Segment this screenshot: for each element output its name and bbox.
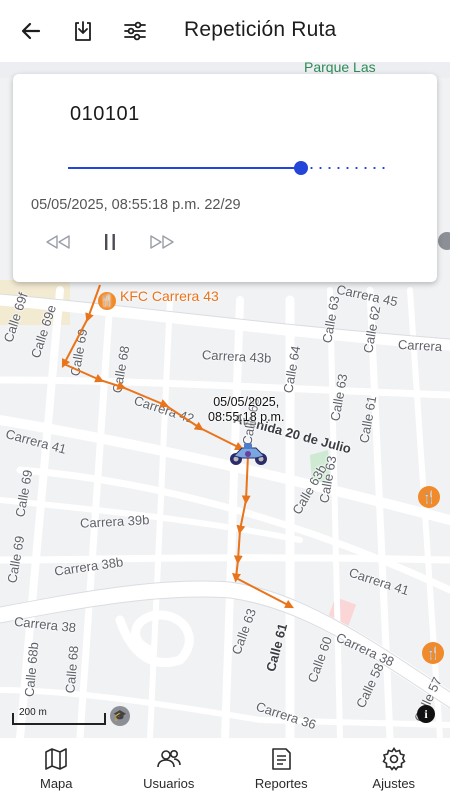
- nav-item-ajustes[interactable]: Ajustes: [338, 738, 450, 800]
- nav-item-mapa[interactable]: Mapa: [0, 738, 113, 800]
- slider-track-active: [68, 167, 301, 169]
- scale-bar: [12, 713, 106, 725]
- rewind-icon: [46, 235, 70, 249]
- gear-icon: [382, 747, 406, 771]
- nav-item-usuarios[interactable]: Usuarios: [113, 738, 226, 800]
- pause-button[interactable]: [95, 230, 125, 254]
- nav-item-reportes[interactable]: Reportes: [225, 738, 338, 800]
- nav-label: Reportes: [254, 776, 308, 791]
- bottom-navigation: Mapa Usuarios Reportes Ajustes: [0, 738, 450, 800]
- marker-label: 05/05/2025, 08:55:18 p.m.: [208, 395, 284, 425]
- page-title: Repetición Ruta: [184, 18, 337, 41]
- back-arrow-icon[interactable]: [14, 14, 48, 48]
- marker-date: 05/05/2025,: [213, 395, 280, 409]
- playback-slider[interactable]: [68, 160, 386, 176]
- map-poi-icon[interactable]: [438, 232, 450, 250]
- slider-thumb[interactable]: [294, 161, 308, 175]
- marker-time: 08:55:18 p.m.: [208, 410, 285, 424]
- map-scale: 200 m: [12, 703, 106, 725]
- vehicle-marker[interactable]: [226, 440, 270, 468]
- motorcycle-icon: [230, 443, 267, 465]
- vehicle-id: 010101: [70, 103, 140, 125]
- fast-forward-icon: [150, 235, 174, 249]
- app-bar: Repetición Ruta: [0, 0, 450, 62]
- nav-label: Ajustes: [372, 776, 416, 791]
- playback-card: 010101 05/05/2025, 08:55:18 p.m. 22/29: [13, 74, 437, 282]
- slider-track-inactive: [307, 167, 386, 169]
- filter-sliders-icon[interactable]: [118, 14, 152, 48]
- pause-icon: [105, 234, 115, 250]
- users-icon: [156, 750, 181, 768]
- report-icon: [272, 748, 292, 770]
- download-icon[interactable]: [66, 14, 100, 48]
- fast-forward-button[interactable]: [147, 230, 177, 254]
- playback-timestamp: 05/05/2025, 08:55:18 p.m. 22/29: [31, 197, 241, 213]
- map-icon: [45, 748, 68, 770]
- nav-label: Mapa: [39, 776, 73, 791]
- rewind-button[interactable]: [43, 230, 73, 254]
- nav-label: Usuarios: [143, 776, 195, 791]
- info-icon[interactable]: i: [417, 705, 435, 723]
